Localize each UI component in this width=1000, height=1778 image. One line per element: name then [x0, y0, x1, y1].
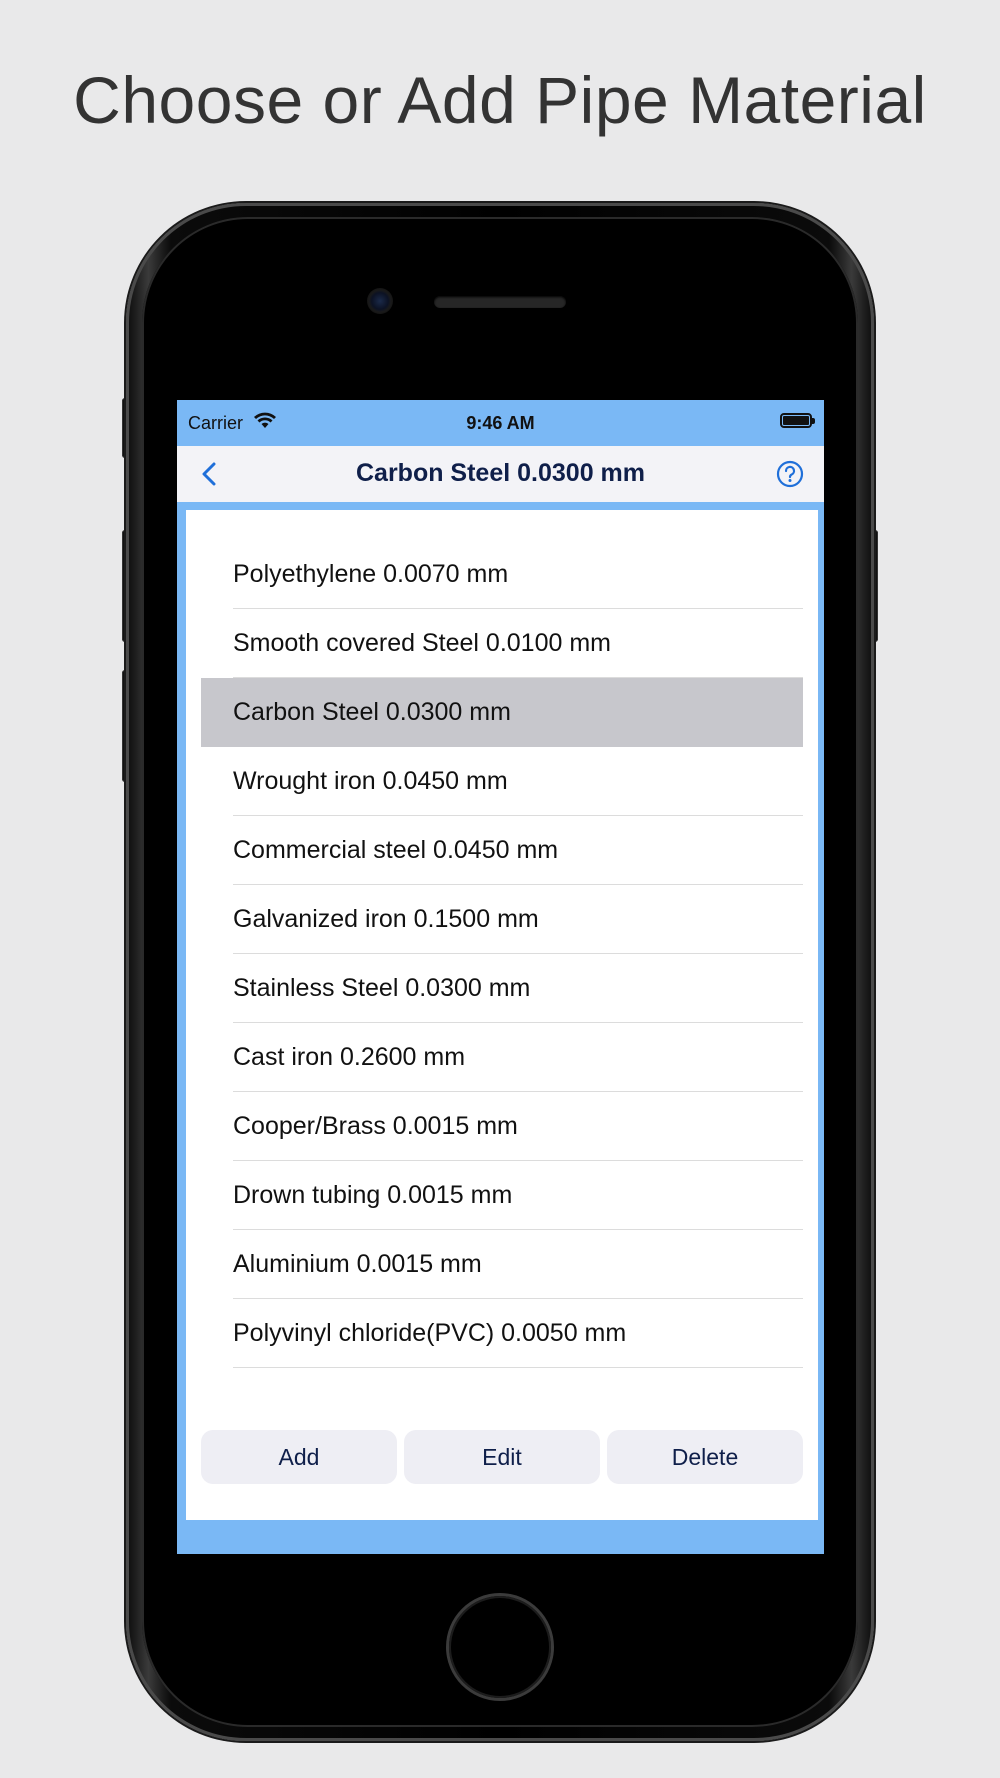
material-label: Wrought iron 0.0450 mm	[233, 767, 508, 795]
material-row[interactable]: Drown tubing 0.0015 mm	[201, 1161, 803, 1230]
edit-button[interactable]: Edit	[404, 1430, 600, 1484]
material-label: Aluminium 0.0015 mm	[233, 1250, 482, 1278]
material-row[interactable]: Cooper/Brass 0.0015 mm	[201, 1092, 803, 1161]
navigation-bar: Carbon Steel 0.0300 mm	[177, 446, 824, 502]
material-row[interactable]: Aluminium 0.0015 mm	[201, 1230, 803, 1299]
earpiece-speaker	[434, 296, 566, 308]
material-panel: Polyethylene 0.0070 mm Smooth covered St…	[186, 510, 818, 1520]
material-row[interactable]: Carbon Steel 0.0300 mm	[201, 678, 803, 747]
material-label: Polyvinyl chloride(PVC) 0.0050 mm	[233, 1319, 627, 1347]
home-button[interactable]	[449, 1596, 551, 1698]
material-label: Stainless Steel 0.0300 mm	[233, 974, 531, 1002]
material-label: Commercial steel 0.0450 mm	[233, 836, 559, 864]
row-divider	[233, 1367, 803, 1368]
material-row[interactable]: Commercial steel 0.0450 mm	[201, 816, 803, 885]
delete-button[interactable]: Delete	[607, 1430, 803, 1484]
app-screen: Carrier 9:46 AM Carbon Steel 0.0300 mm P…	[177, 400, 824, 1554]
material-row[interactable]: Galvanized iron 0.1500 mm	[201, 885, 803, 954]
material-label: Galvanized iron 0.1500 mm	[233, 905, 539, 933]
material-row[interactable]: Polyvinyl chloride(PVC) 0.0050 mm	[201, 1299, 803, 1368]
material-row[interactable]: Wrought iron 0.0450 mm	[201, 747, 803, 816]
material-label: Polyethylene 0.0070 mm	[233, 560, 509, 588]
material-row[interactable]: Stainless Steel 0.0300 mm	[201, 954, 803, 1023]
battery-icon	[780, 413, 815, 428]
material-label: Cast iron 0.2600 mm	[233, 1043, 466, 1071]
question-circle-icon[interactable]	[776, 460, 804, 488]
material-label: Drown tubing 0.0015 mm	[233, 1181, 513, 1209]
material-label: Smooth covered Steel 0.0100 mm	[233, 629, 611, 657]
material-row[interactable]: Polyethylene 0.0070 mm	[201, 540, 803, 609]
material-label: Cooper/Brass 0.0015 mm	[233, 1112, 518, 1140]
material-label: Carbon Steel 0.0300 mm	[233, 698, 511, 726]
add-button[interactable]: Add	[201, 1430, 397, 1484]
action-buttons: Add Edit Delete	[201, 1430, 803, 1484]
material-row[interactable]: Smooth covered Steel 0.0100 mm	[201, 609, 803, 678]
material-row[interactable]: Cast iron 0.2600 mm	[201, 1023, 803, 1092]
page-headline: Choose or Add Pipe Material	[73, 63, 927, 137]
nav-title: Carbon Steel 0.0300 mm	[355, 459, 645, 487]
status-time: 9:46 AM	[466, 413, 535, 433]
front-camera	[367, 288, 393, 314]
material-list: Polyethylene 0.0070 mm Smooth covered St…	[201, 540, 803, 1368]
status-bar: Carrier 9:46 AM	[177, 400, 824, 446]
